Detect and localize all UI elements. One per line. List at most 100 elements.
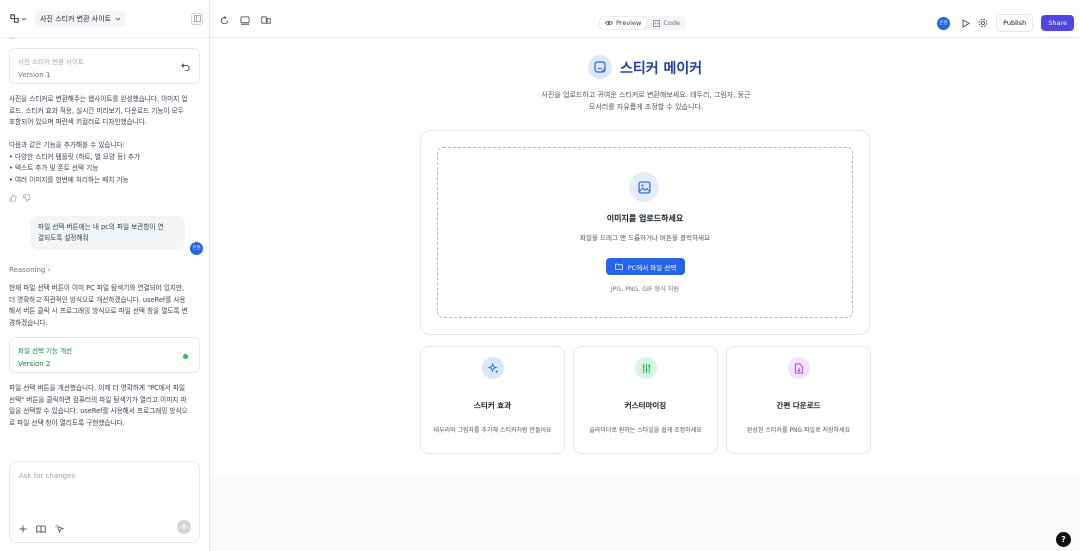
text-line: 모서리를 자유롭게 조정할 수 있습니다. [588,102,704,111]
text-line: 사진을 스티커로 변환해주는 웹사이트를 완성했습니다. 이미지 업 [9,95,188,103]
app-title: 스티커 메이커 [620,61,703,77]
composer-tools [19,524,64,533]
send-button[interactable] [177,520,191,534]
feature-title: 스티커 효과 [473,401,512,410]
version-card-1[interactable]: 사진 스티커 변환 사이트 Version 1 [9,48,200,84]
feature-card-sticker-effect: 스티커 효과 테두리와 그림자를 추가해 스티커처럼 만들어요 [420,346,565,454]
thumbs-up-icon[interactable] [9,194,17,202]
upload-title: 이미지를 업로드하세요 [606,214,684,223]
logo-icon [10,14,19,23]
tab-preview[interactable]: Preview [600,17,647,29]
dropzone[interactable]: 이미지를 업로드하세요 파일을 드래그 앤 드롭하거나 버튼을 클릭하세요 PC… [437,147,853,318]
avatar[interactable]: 은현 [937,16,951,30]
text-line: 로드, 스티커 효과 적용, 실시간 미리보기, 다운로드 기능이 모두 [9,106,184,115]
upload-subtitle: 파일을 드래그 앤 드롭하거나 버튼을 클릭하세요 [580,234,710,242]
active-indicator [183,354,188,359]
reasoning-toggle[interactable]: Reasoning › [0,266,209,274]
publish-button[interactable]: Publish [996,14,1034,32]
feature-card-customizing: 커스터마이징 슬라이더로 원하는 스타일을 쉽게 조정하세요 [573,346,718,454]
text-line: 선택" 버튼을 클릭하면 컴퓨터의 파일 탐색기가 열리고 이미지 파 [9,395,187,404]
feature-desc: 완성된 스티커를 PNG 파일로 저장하세요 [746,427,851,434]
text-line: 현재 파일 선택 버튼이 이미 PC 파일 탐색기와 연결되어 있지만, [9,284,185,292]
book-icon[interactable] [36,524,46,533]
toolbar-left [220,16,271,25]
reasoning-label: Reasoning [9,266,46,274]
chat-panel: 사진 스티커 변환 사이트 ... 사진 스티커 변환 사이트 Version … [0,0,210,551]
refresh-icon[interactable] [220,16,229,25]
folder-icon [614,263,623,270]
chevron-down-icon [21,17,27,21]
panel-icon [193,15,201,22]
version-card-2[interactable]: 파일 선택 기능 개선 Version 2 [9,337,200,373]
restore-icon[interactable] [181,62,190,71]
project-name: 사진 스티커 변환 사이트 [40,14,112,23]
app-subtitle: 사진을 업로드하고 귀여운 스티커로 변환해보세요. 테두리, 그림자, 둥근 … [526,90,766,113]
feature-title: 커스터마이징 [624,401,667,410]
tab-label: Code [663,19,680,27]
text-line: 경하겠습니다. [9,318,48,327]
arrow-up-icon [181,523,187,530]
sidebar-toggle-button[interactable] [191,12,203,25]
supported-formats: JPG, PNG, GIF 형식 지원 [610,286,680,293]
image-icon [629,172,659,202]
project-selector[interactable]: 사진 스티커 변환 사이트 [35,10,127,27]
gear-icon[interactable] [978,18,988,28]
text-line: • 텍스트 추가 및 폰트 선택 기능 [9,164,99,172]
logo-menu-button[interactable] [9,13,27,24]
chat-history[interactable]: ... 사진 스티커 변환 사이트 Version 1 사진을 스티커로 변환해… [0,38,209,461]
desktop-view-icon[interactable] [240,16,250,25]
chevron-down-icon [115,17,121,21]
feature-card-download: 간편 다운로드 완성된 스티커를 PNG 파일로 저장하세요 [726,346,871,454]
text-line: • 다양한 스티커 템플릿 (하트, 별 모양 등) 추가 [9,152,141,161]
feature-desc: 테두리와 그림자를 추가해 스티커처럼 만들어요 [433,427,552,434]
sparkles-icon [482,357,504,379]
preview-area: 스티커 메이커 사진을 업로드하고 귀여운 스티커로 변환해보세요. 테두리, … [210,38,1080,551]
text-line: 다음과 같은 기능을 추가해볼 수 있습니다: [9,141,125,149]
text-line: 로 파일 선택 창이 열리도록 구현했습니다. [9,418,125,427]
eye-icon [605,21,613,25]
top-toolbar: Preview Code 은현 Publish Share [210,0,1080,38]
chat-composer: Ask for changes [9,461,200,543]
truncated-text: ... [0,38,209,40]
text-line: 결되도록 설정해줘 [38,234,89,242]
assistant-message-1: 사진을 스티커로 변환해주는 웹사이트를 완성했습니다. 이미지 업 로드, 스… [0,94,209,186]
thumbs-down-icon[interactable] [23,194,31,202]
help-button[interactable]: ? [1056,532,1071,547]
sliders-icon [635,357,657,379]
file-download-icon [788,357,810,379]
text-line: 포함되어 있으며 파란색 키컬러로 디자인했습니다. [9,118,147,126]
text-line: 파일 선택 버튼에는 내 pc의 파일 보관함이 연 [38,223,164,231]
chat-header: 사진 스티커 변환 사이트 [0,0,209,38]
toolbar-right: 은현 Publish Share [937,14,1074,32]
assistant-message-3: 파일 선택 버튼을 개선했습니다. 이제 더 명확하게 "PC에서 파일 선택"… [0,383,209,429]
version-title: 파일 선택 기능 개선 [18,347,73,355]
text-line: 더 명확하고 직관적인 방식으로 개선하겠습니다. useRef를 사용 [9,295,186,304]
text-line: • 여러 이미지를 한번에 처리하는 배치 기능 [9,175,129,184]
responsive-view-icon[interactable] [261,16,271,25]
view-mode-toggle: Preview Code [599,16,686,30]
chat-input[interactable]: Ask for changes [19,472,75,480]
user-message: 파일 선택 버튼에는 내 pc의 파일 보관함이 연 결되도록 설정해줘 은현 [30,216,203,255]
upload-card: 이미지를 업로드하세요 파일을 드래그 앤 드롭하거나 버튼을 클릭하세요 PC… [420,130,870,335]
version-label: Version 1 [18,71,51,79]
assistant-message-2: 현재 파일 선택 버튼이 이미 PC 파일 탐색기와 연결되어 있지만, 더 명… [0,283,209,329]
sticker-icon [588,55,612,79]
text-line: 파일 선택 버튼을 개선했습니다. 이제 더 명확하게 "PC에서 파일 [9,384,186,392]
tab-code[interactable]: Code [648,17,685,29]
text-line: 사진을 업로드하고 귀여운 스티커로 변환해보세요. 테두리, 그림자, 둥근 [541,91,751,99]
avatar: 은현 [190,242,203,255]
visual-edit-icon[interactable] [55,524,64,533]
button-label: PC에서 파일 선택 [627,263,677,272]
chevron-right-icon: › [47,266,51,274]
preview-background [210,475,1080,551]
share-button[interactable]: Share [1041,15,1074,31]
version-label: Version 2 [18,360,51,368]
version-title: 사진 스티커 변환 사이트 [18,58,84,66]
plus-icon[interactable] [19,525,27,533]
select-file-button[interactable]: PC에서 파일 선택 [606,258,685,275]
feedback-row [0,194,209,202]
play-icon[interactable] [962,18,971,28]
code-icon [653,19,661,27]
feature-title: 간편 다운로드 [776,401,821,410]
